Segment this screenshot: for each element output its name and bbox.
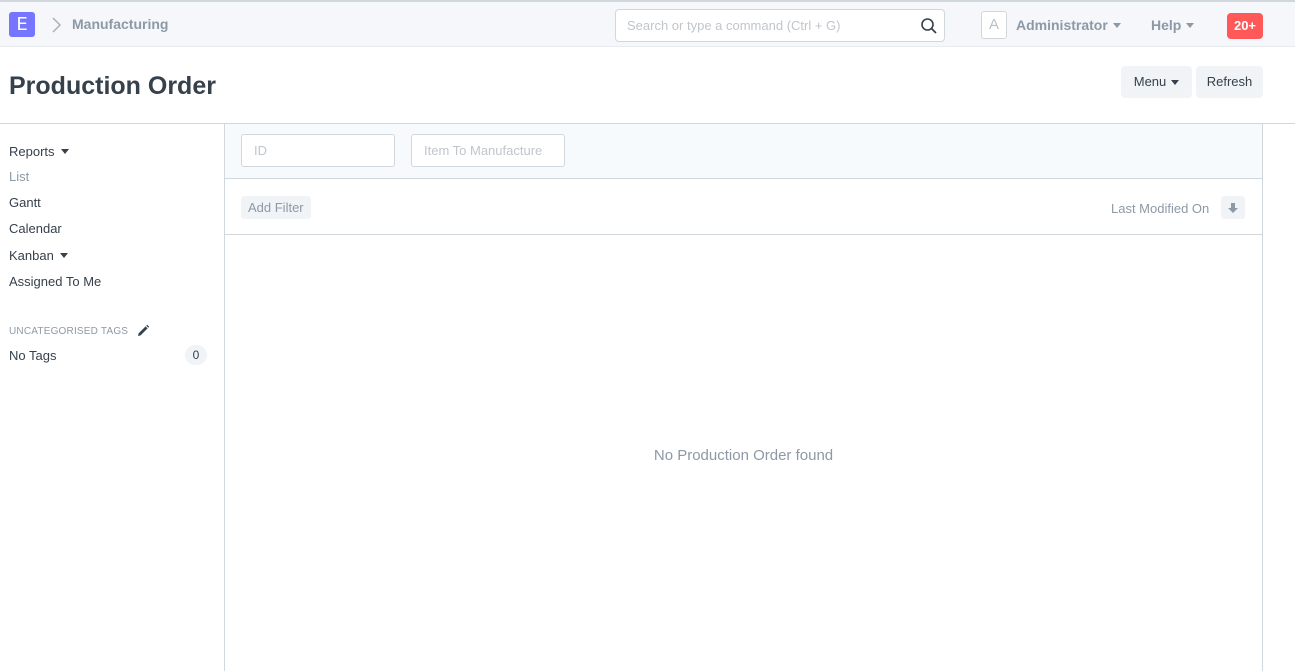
- pencil-icon[interactable]: [136, 324, 150, 338]
- id-filter: [241, 134, 395, 167]
- chevron-right-icon: [52, 17, 62, 33]
- notification-badge[interactable]: 20+: [1227, 13, 1263, 39]
- avatar[interactable]: A: [981, 11, 1007, 39]
- page-title: Production Order: [9, 72, 216, 100]
- sidebar-item-label: Reports: [9, 144, 55, 159]
- top-navbar: E Manufacturing A Administrator Help 20+: [0, 0, 1295, 47]
- caret-down-icon: [1112, 22, 1121, 28]
- help-menu-dropdown[interactable]: Help: [1151, 17, 1195, 33]
- sort-order-button[interactable]: [1221, 196, 1245, 219]
- sidebar-item-label: List: [9, 169, 30, 184]
- tag-count-badge: 0: [185, 345, 207, 365]
- add-filter-button[interactable]: Add Filter: [241, 196, 311, 219]
- item-to-manufacture-input[interactable]: [412, 135, 564, 166]
- item-to-manufacture-filter: [411, 134, 565, 167]
- sidebar-item-label: Assigned To Me: [9, 274, 102, 289]
- sidebar-item-label: Calendar: [9, 221, 62, 236]
- sidebar-item-list[interactable]: List: [9, 169, 29, 184]
- app-logo[interactable]: E: [9, 12, 35, 37]
- arrow-down-icon: [1228, 202, 1238, 213]
- user-menu-dropdown[interactable]: Administrator: [1016, 17, 1121, 33]
- id-filter-input[interactable]: [242, 135, 394, 166]
- sidebar-item-assigned-to-me[interactable]: Assigned To Me: [9, 274, 101, 289]
- search-input[interactable]: [616, 10, 906, 41]
- caret-down-icon: [1171, 79, 1180, 85]
- refresh-button[interactable]: Refresh: [1196, 66, 1263, 98]
- tags-heading-label: Uncategorised Tags: [9, 325, 129, 337]
- sidebar-item-label: Kanban: [9, 248, 54, 263]
- sidebar-item-kanban[interactable]: Kanban: [9, 248, 68, 263]
- menu-button[interactable]: Menu: [1121, 66, 1192, 98]
- sidebar-item-reports[interactable]: Reports: [9, 144, 69, 159]
- page-header: Production Order Menu Refresh: [0, 47, 1295, 124]
- sort-by-selector[interactable]: Last Modified On: [1111, 201, 1209, 216]
- sidebar-item-label: Gantt: [9, 195, 41, 210]
- caret-down-icon: [59, 253, 68, 258]
- user-menu-label: Administrator: [1016, 17, 1108, 33]
- sidebar-item-calendar[interactable]: Calendar: [9, 221, 62, 236]
- search-icon[interactable]: [920, 17, 938, 35]
- sidebar-item-gantt[interactable]: Gantt: [9, 195, 41, 210]
- list-panel: Add Filter Last Modified On No Productio…: [224, 124, 1263, 671]
- menu-button-label: Menu: [1133, 74, 1167, 89]
- no-tags-label[interactable]: No Tags: [9, 348, 56, 363]
- caret-down-icon: [1186, 22, 1195, 28]
- empty-state-message: No Production Order found: [653, 447, 834, 464]
- search-box: [615, 9, 945, 42]
- sidebar: Reports List Gantt Calendar Kanban Assig…: [0, 124, 224, 671]
- help-menu-label: Help: [1151, 17, 1182, 33]
- caret-down-icon: [60, 149, 69, 154]
- list-toolbar: Add Filter Last Modified On: [225, 179, 1262, 235]
- standard-filters: [225, 124, 1262, 179]
- breadcrumb-manufacturing[interactable]: Manufacturing: [72, 16, 168, 32]
- tags-heading: Uncategorised Tags: [9, 324, 150, 338]
